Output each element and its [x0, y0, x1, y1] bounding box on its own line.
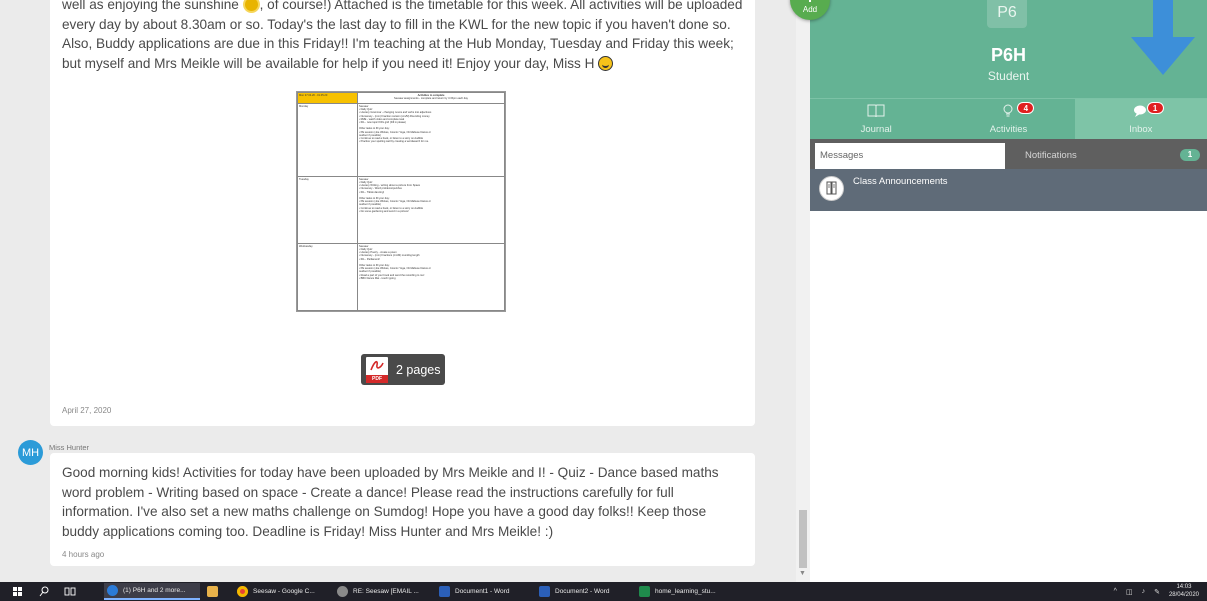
- author-name: Miss Hunter: [49, 443, 90, 452]
- taskbar-app-excel[interactable]: home_learning_stu...: [636, 583, 736, 600]
- timetable-line: • Practice your spelling well by creatin…: [359, 140, 429, 144]
- notifications-count-badge: 1: [1180, 149, 1200, 161]
- timetable-line: • BBC Dance Mat - touch typing: [359, 276, 396, 280]
- windows-start-icon[interactable]: [13, 587, 22, 596]
- timetable-day: Monday: [297, 103, 358, 177]
- taskbar-app-label: home_learning_stu...: [655, 588, 716, 595]
- tab-messages[interactable]: Messages: [815, 143, 1005, 169]
- conversation-class-announcements[interactable]: Class Announcements: [810, 169, 1207, 211]
- browser-icon: [107, 585, 118, 596]
- inbox-badge: 1: [1146, 102, 1164, 114]
- clock-date: 28/04/2020: [1168, 591, 1199, 598]
- windows-taskbar: (1) P6H and 2 more... Seesaw - Google C.…: [0, 582, 1207, 601]
- panel-nav: Journal 4 Activities 1 Inbox: [810, 98, 1207, 139]
- tab-journal-label: Journal: [860, 124, 892, 135]
- scroll-down-icon[interactable]: ▼: [799, 570, 806, 577]
- inbox-tabs: Messages Notifications 1: [810, 139, 1207, 169]
- plus-icon: [809, 0, 811, 2]
- lightbulb-icon: [1002, 104, 1014, 121]
- class-code: P6: [987, 0, 1027, 28]
- task-view-icon[interactable]: [64, 586, 76, 596]
- taskbar-app-explorer[interactable]: [204, 583, 228, 600]
- timetable-line: • Do some gardening and send in a pictur…: [359, 209, 409, 213]
- folder-icon: [207, 586, 218, 597]
- volume-icon[interactable]: ♪: [1142, 588, 1146, 595]
- sun-emoji-icon: [244, 0, 258, 11]
- pdf-attachment-button[interactable]: PDF 2 pages: [361, 354, 445, 385]
- post-card: well as enjoying the sunshine , of cours…: [50, 0, 755, 426]
- scrollbar-thumb[interactable]: [799, 510, 807, 568]
- search-icon[interactable]: [39, 586, 49, 597]
- timetable-cell: Seesaw • Daily Quiz • Literacy Poetry - …: [357, 242, 505, 312]
- taskbar-app-label: (1) P6H and 2 more...: [123, 587, 186, 594]
- taskbar-app-word1[interactable]: Document1 - Word: [436, 583, 532, 600]
- taskbar-app-label: RE: Seesaw [EMAIL ...: [353, 588, 419, 595]
- taskbar-app-word2[interactable]: Document2 - Word: [536, 583, 632, 600]
- timetable-head-title: Activities to complete Seesaw assignments…: [357, 92, 505, 104]
- tab-activities[interactable]: 4 Activities: [942, 99, 1074, 139]
- pdf-icon: PDF: [366, 356, 388, 383]
- timetable-day: Wednesday: [297, 242, 358, 312]
- word-icon: [539, 586, 550, 597]
- post-date: April 27, 2020: [62, 406, 112, 415]
- inbox-panel: P6 P6H Student Journal 4 Activities 1 In…: [810, 0, 1207, 582]
- word-icon: [439, 586, 450, 597]
- timetable-attachment[interactable]: Mon 27.04.20 - 01.05.20 Activities to co…: [296, 91, 506, 312]
- smiley-emoji-icon: [598, 55, 614, 71]
- feed: well as enjoying the sunshine , of cours…: [0, 0, 810, 582]
- clock-time: 14:03: [1176, 584, 1192, 590]
- chevron-up-icon[interactable]: ^: [1114, 588, 1117, 595]
- book-icon: [867, 104, 885, 121]
- post-card: Good morning kids! Activities for today …: [50, 453, 755, 566]
- tab-journal[interactable]: Journal: [810, 99, 942, 139]
- chrome-icon: [237, 586, 248, 597]
- taskbar-app-chrome[interactable]: Seesaw - Google C...: [234, 583, 329, 600]
- post-text: well as enjoying the sunshine , of cours…: [50, 0, 755, 73]
- system-tray: ^ ◫ ♪ ✎ 14:03 28/04/2020: [1114, 582, 1207, 601]
- timetable-day: Tuesday: [297, 175, 358, 244]
- taskbar-app-label: Document2 - Word: [555, 588, 610, 595]
- tab-inbox-label: Inbox: [1129, 124, 1153, 135]
- clock[interactable]: 14:03 28/04/2020: [1169, 584, 1199, 599]
- avatar[interactable]: MH: [18, 440, 43, 465]
- tab-activities-label: Activities: [989, 124, 1028, 135]
- timetable-subtitle: Seesaw assignments - complete and return…: [394, 97, 468, 101]
- excel-icon: [639, 586, 650, 597]
- post-text-part: well as enjoying the sunshine: [62, 0, 243, 12]
- arrow-down-icon: [1131, 0, 1195, 75]
- taskbar-app-label: Document1 - Word: [455, 588, 510, 595]
- taskbar-app-mail[interactable]: RE: Seesaw [EMAIL ...: [334, 583, 432, 600]
- network-icon[interactable]: ◫: [1126, 588, 1133, 596]
- add-button-label: Add: [802, 5, 818, 14]
- pdf-pages-label: 2 pages: [396, 362, 441, 377]
- mail-icon: [337, 586, 348, 597]
- taskbar-app-edge[interactable]: (1) P6H and 2 more...: [104, 583, 200, 600]
- tab-inbox[interactable]: 1 Inbox: [1074, 99, 1207, 139]
- post-date: 4 hours ago: [62, 550, 105, 559]
- pen-icon[interactable]: ✎: [1154, 588, 1160, 596]
- timetable-head-left: Mon 27.04.20 - 01.05.20: [297, 92, 358, 104]
- announcement-icon: [819, 176, 844, 201]
- timetable-cell: Seesaw • Daily Quiz • Literacy Writing -…: [357, 175, 505, 244]
- feed-scrollbar[interactable]: ▼: [796, 0, 810, 582]
- conversation-label: Class Announcements: [853, 176, 948, 187]
- tab-notifications[interactable]: Notifications: [1025, 150, 1077, 161]
- activities-badge: 4: [1017, 102, 1035, 114]
- post-text: Good morning kids! Activities for today …: [62, 465, 719, 539]
- taskbar-app-label: Seesaw - Google C...: [253, 588, 315, 595]
- timetable-cell: Seesaw • Daily Quiz • Literacy Grammar -…: [357, 103, 505, 177]
